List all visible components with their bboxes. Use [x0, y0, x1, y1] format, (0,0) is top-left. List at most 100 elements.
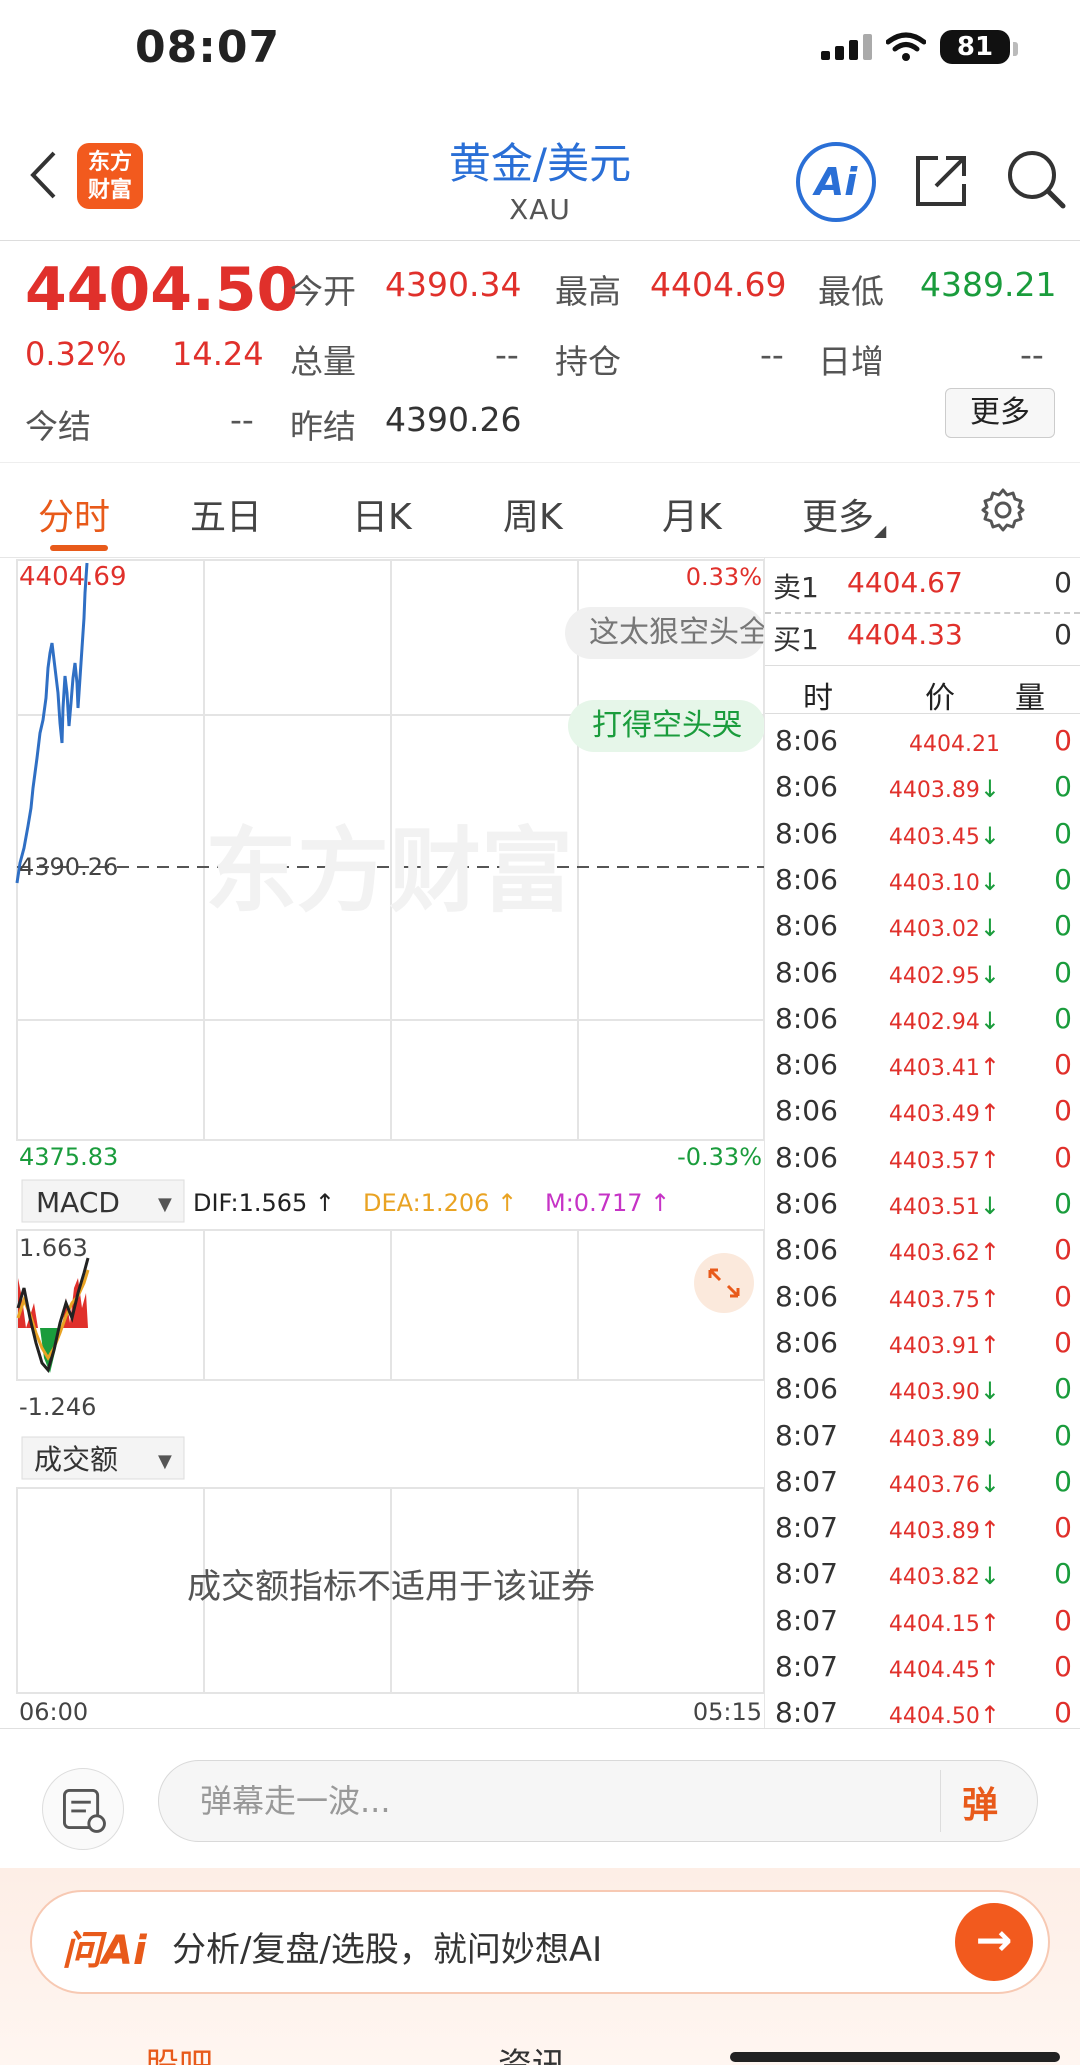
tick-row: 8:07 4404.50↑ 0: [765, 1690, 1080, 1736]
tick-price: 4403.89↑: [855, 1516, 1000, 1544]
tick-price-value: 4403.90: [888, 1380, 980, 1406]
tick-time: 8:06: [775, 909, 838, 943]
tick-price: 4403.10↓: [855, 868, 1000, 896]
tick-price-value: 4403.89: [888, 778, 980, 804]
tick-volume: 0: [1054, 1418, 1072, 1452]
buy1-price: 4404.33: [847, 618, 963, 651]
tick-time: 8:07: [775, 1464, 838, 1498]
tick-direction-icon: ↑: [979, 1516, 1000, 1545]
tab-intraday[interactable]: 分时: [38, 488, 110, 540]
dropdown-icon: ◢: [874, 521, 887, 540]
tick-price-value: 4403.82: [888, 1565, 980, 1591]
tab-more[interactable]: 更多◢: [802, 488, 886, 540]
tick-price: 4403.57↑: [855, 1146, 1000, 1174]
tick-price-value: 4403.49: [888, 1102, 980, 1128]
tick-volume: 0: [1054, 955, 1072, 989]
low-value: 4389.21: [920, 265, 1057, 304]
more-quote-button[interactable]: 更多: [945, 388, 1055, 438]
note-icon[interactable]: [42, 1768, 124, 1850]
tab-monthly-k[interactable]: 月K: [662, 488, 722, 540]
price-line: [15, 562, 89, 884]
amount-selector-label: 成交额: [34, 1443, 118, 1476]
prev-settle-label: 昨结: [290, 407, 356, 446]
tick-price-value: 4403.89: [888, 1519, 980, 1545]
chart-watermark: 东方财富: [205, 818, 573, 925]
ai-assistant-button[interactable]: Ai: [796, 142, 876, 222]
tick-price-value: 4404.21: [909, 732, 1000, 757]
time-start-label: 06:00: [19, 1698, 88, 1726]
tick-row: 8:06 4403.10↓ 0: [765, 857, 1080, 903]
daily-increase-label: 日增: [818, 342, 884, 381]
tick-direction-icon: ↓: [979, 914, 1000, 943]
high-label: 最高: [555, 272, 621, 311]
tick-direction-icon: ↑: [979, 1053, 1000, 1082]
tick-row: 8:06 4402.95↓ 0: [765, 950, 1080, 996]
macd-dropdown-icon: ▼: [158, 1194, 172, 1215]
time-end-label: 05:15: [693, 1698, 762, 1726]
volume-value: --: [495, 335, 519, 374]
tick-time: 8:07: [775, 1696, 838, 1730]
tick-time: 8:06: [775, 1325, 838, 1359]
danmu-bubble[interactable]: 打得空头哭: [568, 700, 765, 752]
expand-icon[interactable]: [694, 1253, 754, 1313]
tick-volume: 0: [1054, 1650, 1072, 1683]
tab-weekly-k[interactable]: 周K: [503, 488, 563, 540]
tick-row: 8:07 4404.45↑ 0: [765, 1644, 1080, 1690]
tick-price: 4403.89↓: [855, 1424, 1000, 1452]
tick-price-value: 4403.89: [888, 1426, 980, 1452]
settle-value: --: [230, 400, 254, 439]
tick-time: 8:06: [775, 955, 838, 989]
tick-price: 4403.91↑: [855, 1331, 1000, 1359]
low-label: 最低: [818, 272, 884, 311]
tick-row: 8:06 4403.57↑ 0: [765, 1135, 1080, 1181]
tick-price: 4403.02↓: [855, 914, 1000, 942]
tick-row: 8:06 4402.94↓ 0: [765, 996, 1080, 1042]
ai-prompt: 分析/复盘/选股，就问妙想AI: [172, 1930, 603, 1970]
tick-volume: 0: [1054, 1511, 1072, 1545]
ticks-header-volume: 量: [1015, 681, 1045, 716]
tick-time: 8:07: [775, 1557, 838, 1591]
tick-price-value: 4403.10: [888, 870, 980, 896]
arrow-right-icon[interactable]: →: [955, 1903, 1033, 1981]
tick-price-value: 4403.91: [888, 1333, 980, 1359]
volume-label: 总量: [290, 342, 356, 381]
macd-max-label: 1.663: [19, 1234, 88, 1262]
status-indicators: 81: [821, 30, 1018, 64]
nav-guba[interactable]: 股吧: [145, 2038, 213, 2065]
wifi-icon: [886, 32, 926, 61]
sell1-label: 卖1: [773, 571, 819, 604]
tick-row: 8:06 4403.62↑ 0: [765, 1227, 1080, 1273]
tick-direction-icon: ↓: [979, 821, 1000, 850]
tick-price-value: 4403.76: [888, 1472, 980, 1498]
tab-daily-k[interactable]: 日K: [352, 488, 412, 540]
tick-row: 8:06 4403.75↑ 0: [765, 1274, 1080, 1320]
change-amount: 14.24: [172, 335, 264, 373]
share-icon[interactable]: [912, 150, 972, 210]
tick-row: 8:06 4403.49↑ 0: [765, 1088, 1080, 1134]
tick-row: 8:07 4403.89↑ 0: [765, 1505, 1080, 1551]
signal-icon: [821, 34, 872, 60]
tick-volume: 0: [1054, 909, 1072, 943]
tick-price: 4404.15↑: [855, 1609, 1000, 1637]
tick-direction-icon: ↑: [979, 1284, 1000, 1313]
tick-time: 8:06: [775, 1140, 838, 1174]
tick-price-value: 4404.50: [888, 1704, 980, 1730]
tick-price-value: 4403.51: [888, 1195, 980, 1220]
tick-price: 4403.41↑: [855, 1053, 1000, 1081]
tick-volume: 0: [1054, 1094, 1072, 1128]
tick-volume: 0: [1054, 1603, 1072, 1637]
settings-icon[interactable]: [980, 487, 1026, 533]
danmu-send-button[interactable]: 弹: [962, 1776, 998, 1828]
nav-news[interactable]: 资讯: [498, 2038, 566, 2065]
tick-price: 4403.82↓: [855, 1562, 1000, 1590]
tick-row: 8:07 4403.89↓ 0: [765, 1413, 1080, 1459]
tab-five-day[interactable]: 五日: [190, 488, 262, 540]
min-pct-label: -0.33%: [677, 1143, 762, 1171]
tick-direction-icon: ↓: [979, 1006, 1000, 1035]
tick-price: 4403.89↓: [855, 775, 1000, 803]
ref-price-label: 4390.26: [19, 853, 118, 881]
search-icon[interactable]: [1005, 148, 1067, 210]
danmu-bubble[interactable]: 这太狠空头全: [565, 607, 765, 659]
open-label: 今开: [290, 272, 356, 311]
ticks-header-price: 价: [925, 681, 955, 716]
